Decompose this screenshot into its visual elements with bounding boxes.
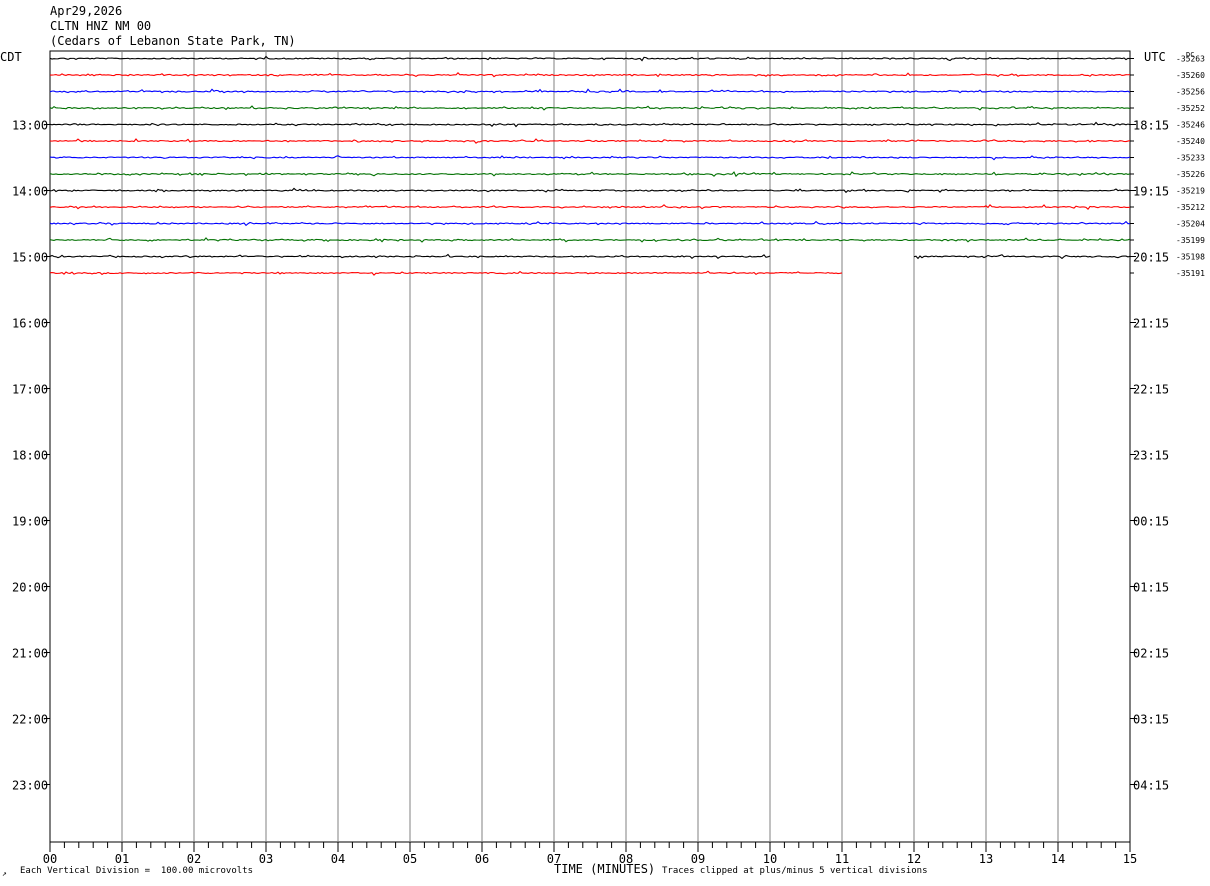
seismic-trace bbox=[49, 72, 1131, 78]
right-hour-label: 02:15 bbox=[1133, 647, 1169, 661]
x-tick-label: 10 bbox=[763, 852, 777, 866]
x-tick-label: 02 bbox=[187, 852, 201, 866]
dc-offset-label: -35263 bbox=[1176, 55, 1205, 64]
x-tick-label: 00 bbox=[43, 852, 57, 866]
left-hour-label: 17:00 bbox=[12, 383, 48, 397]
seismic-trace bbox=[49, 105, 1131, 111]
right-hour-label: 23:15 bbox=[1133, 449, 1169, 463]
right-hour-label: 18:15 bbox=[1133, 119, 1169, 133]
seismic-trace bbox=[49, 204, 1131, 210]
x-tick-label: 05 bbox=[403, 852, 417, 866]
left-hour-label: 20:00 bbox=[12, 581, 48, 595]
left-hour-label: 14:00 bbox=[12, 185, 48, 199]
x-tick-label: 03 bbox=[259, 852, 273, 866]
dc-offset-label: -35252 bbox=[1176, 104, 1205, 113]
x-axis-title: TIME (MINUTES) bbox=[554, 862, 656, 876]
scale-note: Each Vertical Division = 100.00 microvol… bbox=[20, 866, 253, 876]
right-hour-label: 22:15 bbox=[1133, 383, 1169, 397]
dc-offset-label: -35226 bbox=[1176, 170, 1205, 179]
helicorder-chart: 00 01 02 03 04 05 06 07 08 09 10 11 12 13 14 15CDT UTC DC… bbox=[0, 50, 1205, 866]
right-hour-label: 20:15 bbox=[1133, 251, 1169, 265]
dc-offset-label: -35212 bbox=[1176, 203, 1205, 212]
x-tick-label: 12 bbox=[907, 852, 921, 866]
x-tick-label: 14 bbox=[1051, 852, 1065, 866]
right-hour-label: 03:15 bbox=[1133, 713, 1169, 727]
left-hour-label: 22:00 bbox=[12, 713, 48, 727]
seismic-trace bbox=[913, 254, 1131, 260]
dc-offset-label: -35191 bbox=[1176, 269, 1205, 278]
left-timezone-label: CDT bbox=[0, 50, 22, 64]
dc-offset-label: -35256 bbox=[1176, 88, 1205, 97]
seismic-trace bbox=[49, 121, 1131, 128]
clip-note: Traces clipped at plus/minus 5 vertical … bbox=[662, 866, 928, 876]
x-tick-label: 15 bbox=[1123, 852, 1137, 866]
left-hour-label: 21:00 bbox=[12, 647, 48, 661]
seismic-trace bbox=[49, 171, 1131, 178]
dc-offset-label: -35204 bbox=[1176, 220, 1205, 229]
right-hour-label: 01:15 bbox=[1133, 581, 1169, 595]
left-hour-label: 18:00 bbox=[12, 449, 48, 463]
right-timezone-label: UTC bbox=[1144, 50, 1166, 64]
left-hour-label: 19:00 bbox=[12, 515, 48, 529]
dc-offset-label: -35240 bbox=[1176, 137, 1205, 146]
right-hour-label: 19:15 bbox=[1133, 185, 1169, 199]
left-hour-label: 16:00 bbox=[12, 317, 48, 331]
left-hour-label: 15:00 bbox=[12, 251, 48, 265]
x-tick-label: 06 bbox=[475, 852, 489, 866]
seismic-trace bbox=[49, 220, 1131, 227]
x-tick-label: 01 bbox=[115, 852, 129, 866]
dc-offset-label: -35260 bbox=[1176, 71, 1205, 80]
dc-offset-label: -35246 bbox=[1176, 121, 1205, 130]
right-hour-label: 04:15 bbox=[1133, 779, 1169, 793]
corner-icon: ↗ bbox=[2, 869, 7, 878]
dc-offset-label: -35233 bbox=[1176, 154, 1205, 163]
seismic-trace bbox=[49, 187, 1131, 194]
seismic-trace bbox=[49, 155, 1131, 161]
x-tick-label: 09 bbox=[691, 852, 705, 866]
left-hour-label: 23:00 bbox=[12, 779, 48, 793]
plot-frame bbox=[49, 50, 1131, 843]
right-hour-label: 21:15 bbox=[1133, 317, 1169, 331]
left-hour-label: 13:00 bbox=[12, 119, 48, 133]
dc-offset-label: -35199 bbox=[1176, 236, 1205, 245]
seismic-trace bbox=[49, 88, 1131, 94]
seismic-trace bbox=[49, 237, 1131, 243]
seismic-trace bbox=[49, 55, 1131, 62]
seismic-trace bbox=[49, 270, 843, 276]
seismic-trace bbox=[49, 138, 1131, 144]
dc-offset-label: -35219 bbox=[1176, 187, 1205, 196]
right-hour-label: 00:15 bbox=[1133, 515, 1169, 529]
dc-offset-label: -35198 bbox=[1176, 253, 1205, 262]
x-tick-label: 13 bbox=[979, 852, 993, 866]
x-tick-label: 11 bbox=[835, 852, 849, 866]
x-tick-label: 04 bbox=[331, 852, 345, 866]
